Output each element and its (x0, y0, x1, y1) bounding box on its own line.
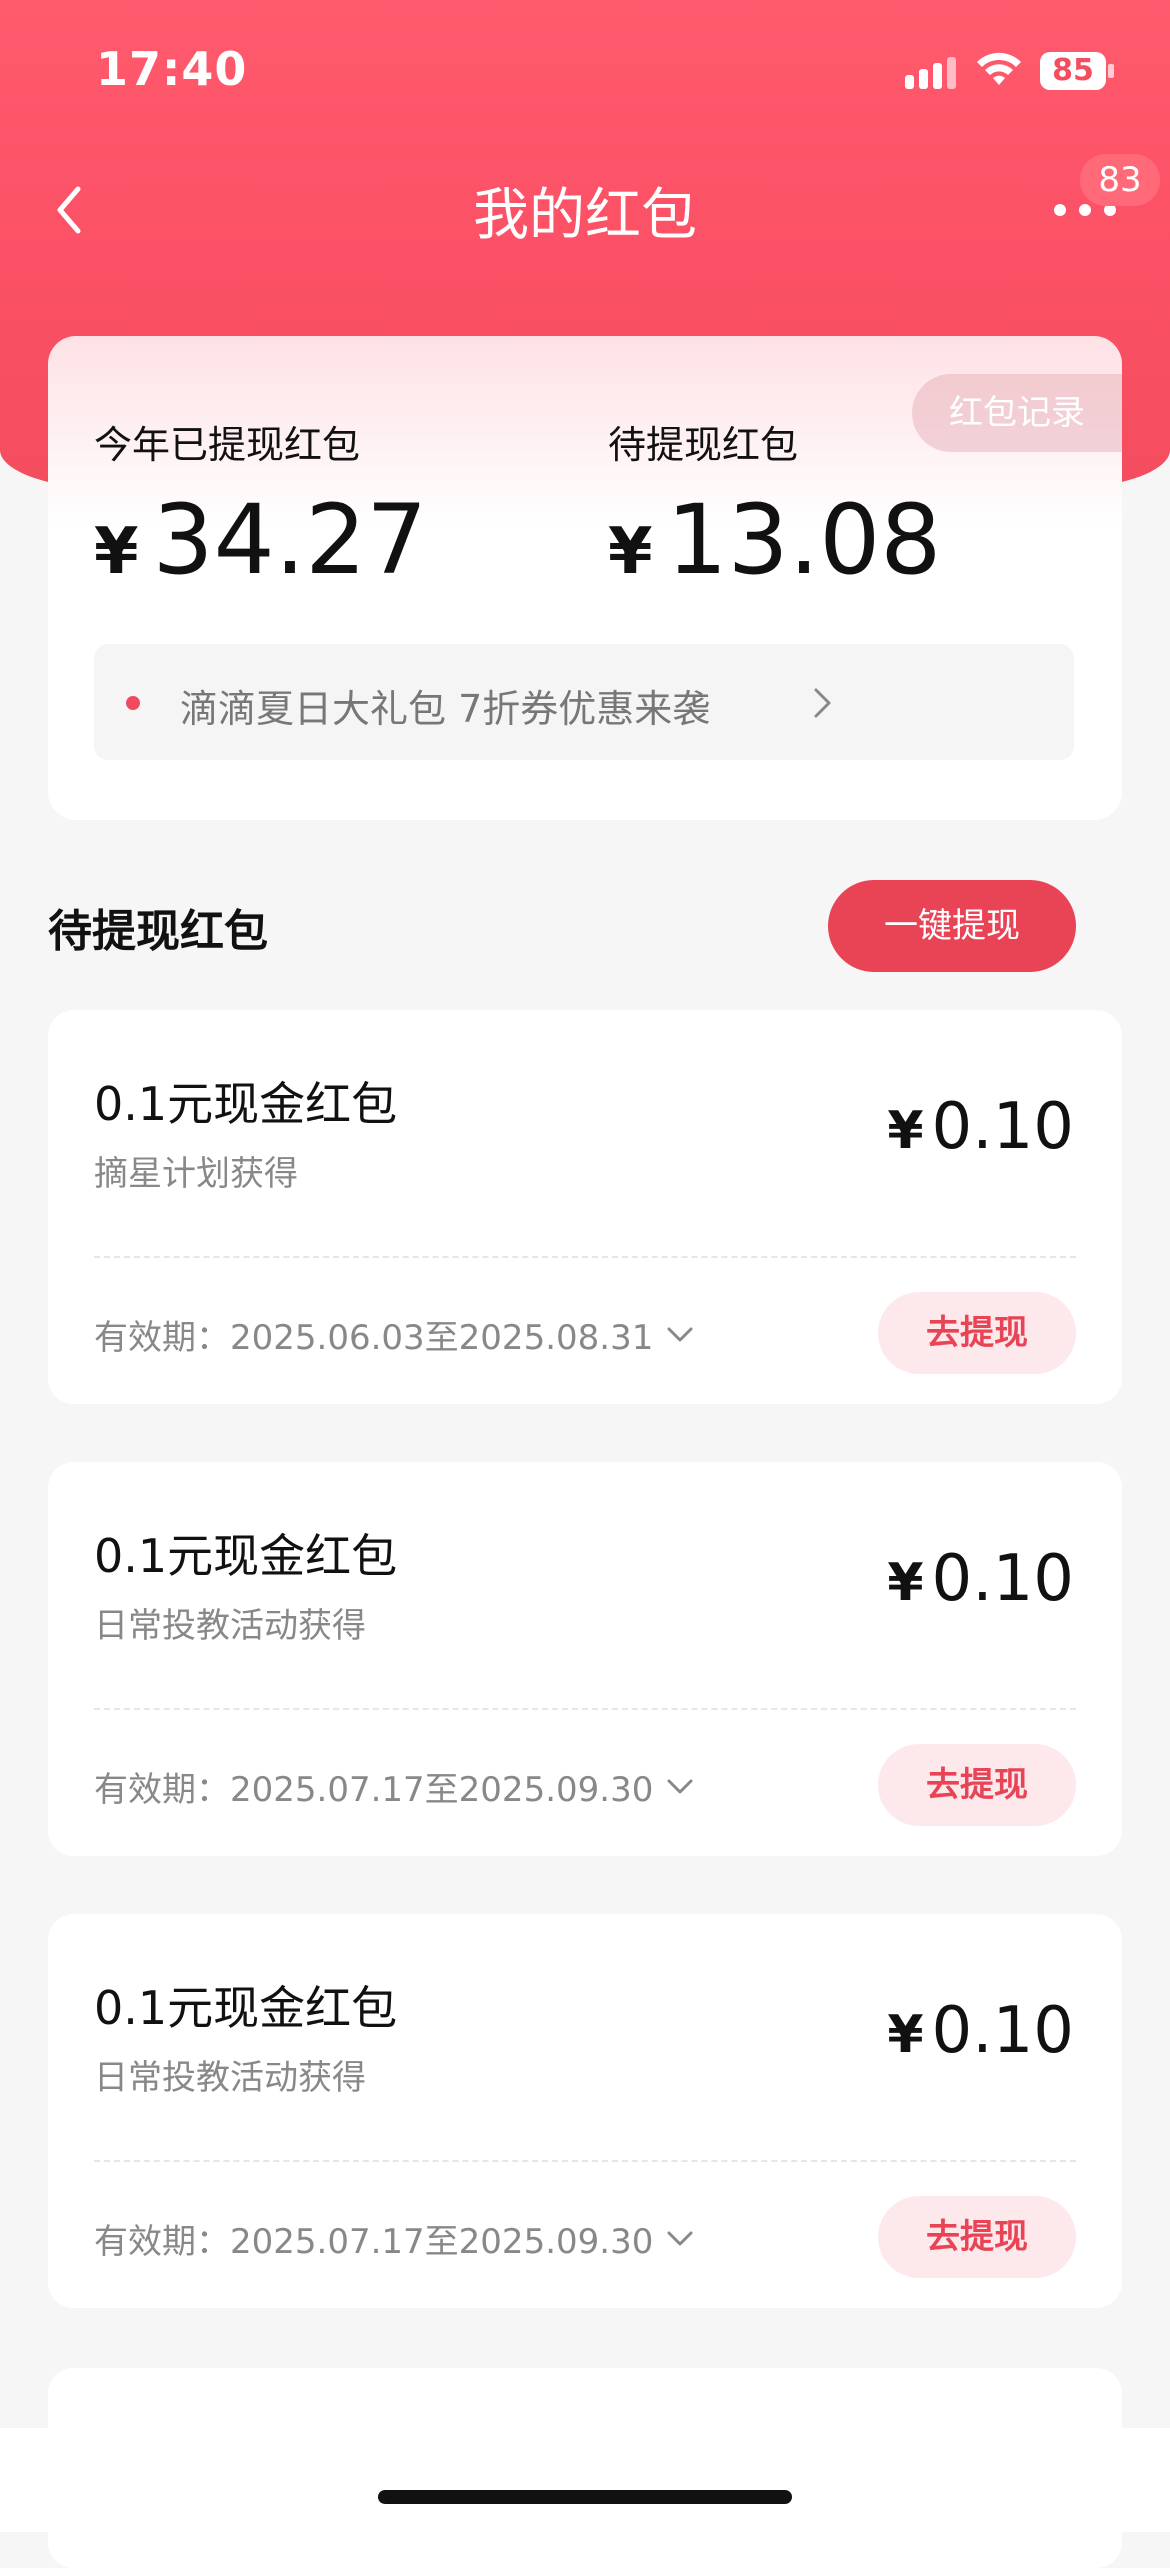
wifi-icon (977, 52, 1021, 85)
withdrawn-label: 今年已提现红包 (94, 423, 361, 467)
envelope-card: 0.1元现金红包 日常投教活动获得 ¥0.10 有效期：2025.07.17至2… (48, 1914, 1122, 2308)
envelope-title: 0.1元现金红包 (94, 1077, 398, 1131)
envelope-amount-value: 0.10 (931, 1090, 1075, 1164)
validity-text: 有效期：2025.07.17至2025.09.30 (94, 1770, 654, 1810)
envelope-source: 日常投教活动获得 (94, 2058, 366, 2098)
currency-symbol: ¥ (887, 2005, 924, 2065)
status-bar: 17:40 85 (0, 0, 1170, 150)
chevron-down-icon (667, 1779, 693, 1793)
summary-card: 红包记录 今年已提现红包 ¥34.27 待提现红包 ¥13.08 滴滴夏日大礼包… (48, 336, 1122, 820)
envelope-amount: ¥0.10 (887, 1090, 1074, 1164)
withdrawn-amount: ¥34.27 (94, 484, 427, 596)
withdraw-button[interactable]: 去提现 (878, 1292, 1076, 1374)
envelope-source: 摘星计划获得 (94, 1154, 298, 1194)
withdrawn-value: 34.27 (152, 484, 428, 596)
bottom-safe-area (0, 2428, 1170, 2532)
envelope-card: 0.1元现金红包 摘星计划获得 ¥0.10 有效期：2025.06.03至202… (48, 1010, 1122, 1404)
pending-amount: ¥13.08 (608, 484, 941, 596)
notification-badge: 83 (1080, 154, 1160, 206)
promo-banner[interactable]: 滴滴夏日大礼包 7折券优惠来袭 (94, 644, 1074, 760)
page-title: 我的红包 (473, 183, 697, 248)
battery-cap (1108, 64, 1114, 78)
chevron-down-icon (667, 1327, 693, 1341)
envelope-amount: ¥0.10 (887, 1542, 1074, 1616)
currency-symbol: ¥ (94, 515, 139, 589)
envelope-amount-value: 0.10 (931, 1994, 1075, 2068)
currency-symbol: ¥ (887, 1553, 924, 1613)
currency-symbol: ¥ (608, 515, 653, 589)
promo-dot-icon (126, 696, 140, 710)
envelope-validity[interactable]: 有效期：2025.07.17至2025.09.30 (94, 1762, 695, 1811)
status-time: 17:40 (96, 42, 248, 96)
chevron-right-icon (814, 688, 831, 718)
pending-value: 13.08 (666, 484, 942, 596)
promo-text: 滴滴夏日大礼包 7折券优惠来袭 (180, 687, 711, 731)
envelope-validity[interactable]: 有效期：2025.07.17至2025.09.30 (94, 2214, 695, 2263)
chevron-down-icon (667, 2231, 693, 2245)
withdraw-button[interactable]: 去提现 (878, 2196, 1076, 2278)
dashed-divider (94, 1256, 1076, 1258)
section-title: 待提现红包 (48, 906, 268, 957)
withdraw-all-button[interactable]: 一键提现 (828, 880, 1076, 972)
currency-symbol: ¥ (887, 1101, 924, 1161)
envelope-title: 0.1元现金红包 (94, 1981, 398, 2035)
pending-label: 待提现红包 (608, 423, 799, 467)
validity-text: 有效期：2025.07.17至2025.09.30 (94, 2222, 654, 2262)
withdraw-button[interactable]: 去提现 (878, 1744, 1076, 1826)
envelope-title: 0.1元现金红包 (94, 1529, 398, 1583)
validity-text: 有效期：2025.06.03至2025.08.31 (94, 1318, 654, 1358)
envelope-validity[interactable]: 有效期：2025.06.03至2025.08.31 (94, 1310, 695, 1359)
home-indicator[interactable] (378, 2490, 792, 2504)
envelope-amount-value: 0.10 (931, 1542, 1075, 1616)
envelope-source: 日常投教活动获得 (94, 1606, 366, 1646)
envelope-card: 0.1元现金红包 日常投教活动获得 ¥0.10 有效期：2025.07.17至2… (48, 1462, 1122, 1856)
envelope-amount: ¥0.10 (887, 1994, 1074, 2068)
record-button[interactable]: 红包记录 (912, 374, 1122, 452)
battery-icon: 85 (1040, 52, 1106, 90)
dashed-divider (94, 2160, 1076, 2162)
dashed-divider (94, 1708, 1076, 1710)
